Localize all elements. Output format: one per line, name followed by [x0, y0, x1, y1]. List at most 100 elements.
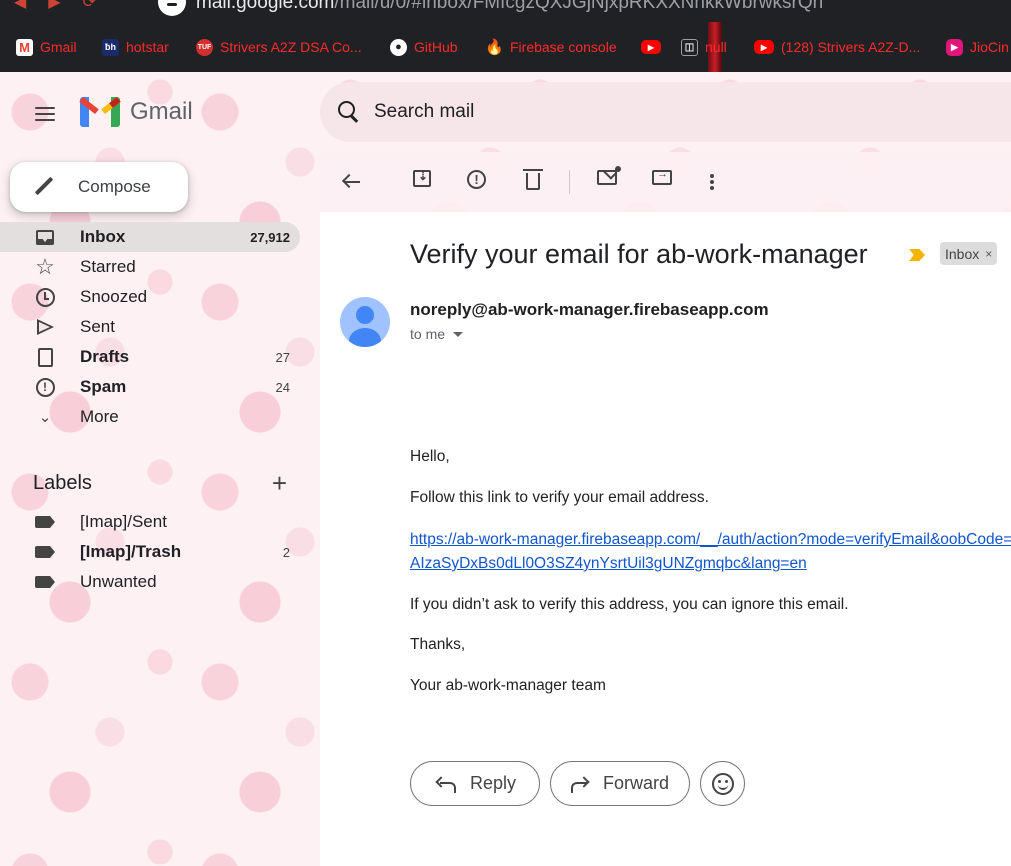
- forward-button[interactable]: Forward: [550, 761, 690, 806]
- add-label-icon[interactable]: +: [272, 468, 287, 499]
- bookmark-item[interactable]: ▶: [641, 36, 661, 58]
- back-arrow-icon[interactable]: [340, 170, 364, 194]
- toolbar-divider: [569, 170, 570, 194]
- labels-list: [Imap]/Sent [Imap]/Trash 2 Unwanted: [0, 507, 300, 597]
- reply-arrow-icon: [436, 777, 456, 793]
- clock-icon: [34, 286, 56, 308]
- browser-nav-icons[interactable]: ◀▶⟳: [14, 0, 118, 12]
- bookmark-item[interactable]: ◫ null: [681, 36, 727, 58]
- recipient-label: to me: [410, 326, 446, 342]
- star-icon: ☆: [35, 254, 55, 279]
- label-item[interactable]: [Imap]/Trash 2: [0, 537, 300, 567]
- email-subject: Verify your email for ab-work-manager: [410, 239, 868, 269]
- labels-heading: Labels: [33, 472, 92, 494]
- forward-arrow-icon: [569, 777, 589, 793]
- emoji-reaction-button[interactable]: [700, 761, 745, 806]
- site-info-icon[interactable]: [158, 0, 186, 16]
- unread-count: 24: [275, 379, 290, 395]
- chip-close-icon[interactable]: ×: [985, 247, 992, 261]
- main-menu-button[interactable]: [25, 94, 65, 134]
- url-field[interactable]: mail.google.com/mail/u/0/#inbox/FMfcgzQX…: [196, 0, 823, 14]
- bookmark-item[interactable]: TUF Strivers A2Z DSA Co...: [196, 36, 362, 58]
- reply-button[interactable]: Reply: [410, 761, 540, 806]
- label-item[interactable]: [Imap]/Sent: [0, 507, 300, 537]
- more-options-icon[interactable]: [700, 170, 724, 194]
- browser-address-bar: ◀▶⟳ mail.google.com/mail/u/0/#inbox/FMfc…: [0, 0, 1011, 22]
- chip-label: Inbox: [945, 245, 980, 262]
- report-spam-icon[interactable]: !: [467, 170, 486, 189]
- sidebar-item-inbox[interactable]: Inbox 27,912: [0, 222, 300, 252]
- label-count: 2: [282, 544, 290, 560]
- move-to-icon[interactable]: [652, 168, 672, 185]
- tuf-icon: TUF: [196, 38, 213, 56]
- unread-count: 27: [275, 349, 290, 365]
- bookmark-label: Firebase console: [510, 39, 617, 55]
- github-icon: ●: [390, 38, 407, 56]
- delete-icon[interactable]: [523, 169, 543, 190]
- label-tag-icon: [34, 571, 56, 593]
- label-name: Unwanted: [80, 572, 157, 591]
- labels-header: Labels +: [33, 468, 293, 499]
- sidebar-item-label: Sent: [80, 317, 115, 336]
- greeting-text: Hello,: [410, 448, 450, 465]
- sender-address[interactable]: noreply@ab-work-manager.firebaseapp.com: [410, 300, 769, 320]
- sidebar-item-more[interactable]: ⌄ More: [0, 402, 300, 432]
- null-icon: ◫: [681, 38, 698, 56]
- compose-button[interactable]: Compose: [10, 162, 188, 212]
- youtube-icon: ▶: [641, 40, 661, 54]
- label-item[interactable]: Unwanted: [0, 567, 300, 597]
- bookmark-label: (128) Strivers A2Z-D...: [781, 39, 921, 55]
- sidebar-item-drafts[interactable]: Drafts 27: [0, 342, 300, 372]
- firebase-icon: 🔥: [485, 39, 504, 56]
- gmail-logo[interactable]: Gmail: [79, 97, 193, 127]
- importance-marker-icon[interactable]: [909, 249, 925, 261]
- youtube-icon: ▶: [754, 40, 774, 54]
- sender-avatar[interactable]: [340, 297, 390, 347]
- message-toolbar: !: [320, 152, 1011, 212]
- forward-label: Forward: [603, 773, 670, 793]
- bookmark-label: Gmail: [40, 39, 77, 55]
- bookmark-label: JioCin: [970, 39, 1009, 55]
- verify-link-line1[interactable]: https://ab-work-manager.firebaseapp.com/…: [410, 531, 1011, 548]
- gmail-m-icon: [79, 97, 121, 127]
- gmail-icon: M: [16, 38, 33, 56]
- inbox-label-chip[interactable]: Inbox ×: [940, 242, 998, 265]
- label-name: [Imap]/Sent: [80, 512, 167, 531]
- bookmark-label: GitHub: [414, 39, 458, 55]
- sidebar-item-label: More: [80, 407, 119, 426]
- unread-count: 27,912: [250, 229, 290, 245]
- bookmark-label: Strivers A2Z DSA Co...: [220, 39, 362, 55]
- sidebar-item-sent[interactable]: Sent: [0, 312, 300, 342]
- recipient-details[interactable]: to me: [410, 326, 464, 342]
- sidebar-nav: Inbox 27,912 ☆ Starred Snoozed Sent Drafts 27 ! S…: [0, 222, 300, 432]
- sidebar-item-snoozed[interactable]: Snoozed: [0, 282, 300, 312]
- bookmarks-bar: M Gmail ƀh hotstar TUF Strivers A2Z DSA Co...…: [0, 22, 1011, 72]
- sidebar-item-label: Drafts: [80, 347, 130, 366]
- search-bar[interactable]: Search mail: [320, 82, 1011, 142]
- pencil-icon: [34, 177, 54, 197]
- verify-link-line2[interactable]: AIzaSyDxBs0dLl0O3SZ4ynYsrtUil3gUNZgmqbc&…: [410, 555, 807, 572]
- bookmark-item[interactable]: ƀh hotstar: [102, 36, 169, 58]
- bookmark-label: hotstar: [126, 39, 169, 55]
- chevron-down-icon: ⌄: [38, 409, 52, 426]
- bookmark-item[interactable]: 🔥 Firebase console: [485, 36, 617, 58]
- draft-icon: [34, 346, 56, 368]
- sidebar-item-label: Inbox: [80, 227, 126, 246]
- sidebar-item-label: Starred: [80, 257, 136, 276]
- search-input[interactable]: Search mail: [374, 101, 474, 123]
- sidebar-item-label: Snoozed: [80, 287, 148, 306]
- send-icon: [34, 316, 56, 338]
- bookmark-item[interactable]: ▶ JioCin: [946, 36, 1009, 58]
- search-icon[interactable]: [338, 101, 360, 123]
- bookmark-item[interactable]: M Gmail: [16, 36, 77, 58]
- archive-icon[interactable]: [413, 169, 431, 187]
- caret-down-icon[interactable]: [453, 331, 464, 337]
- message-view: Verify your email for ab-work-manager In…: [320, 212, 1011, 866]
- bookmark-item[interactable]: ● GitHub: [390, 36, 458, 58]
- sidebar-item-spam[interactable]: ! Spam 24: [0, 372, 300, 402]
- bookmark-item[interactable]: ▶ (128) Strivers A2Z-D...: [754, 36, 920, 58]
- jiocinema-icon: ▶: [946, 38, 963, 56]
- sidebar-item-starred[interactable]: ☆ Starred: [0, 252, 300, 282]
- mark-unread-icon[interactable]: [597, 166, 621, 185]
- inbox-icon: [34, 226, 56, 248]
